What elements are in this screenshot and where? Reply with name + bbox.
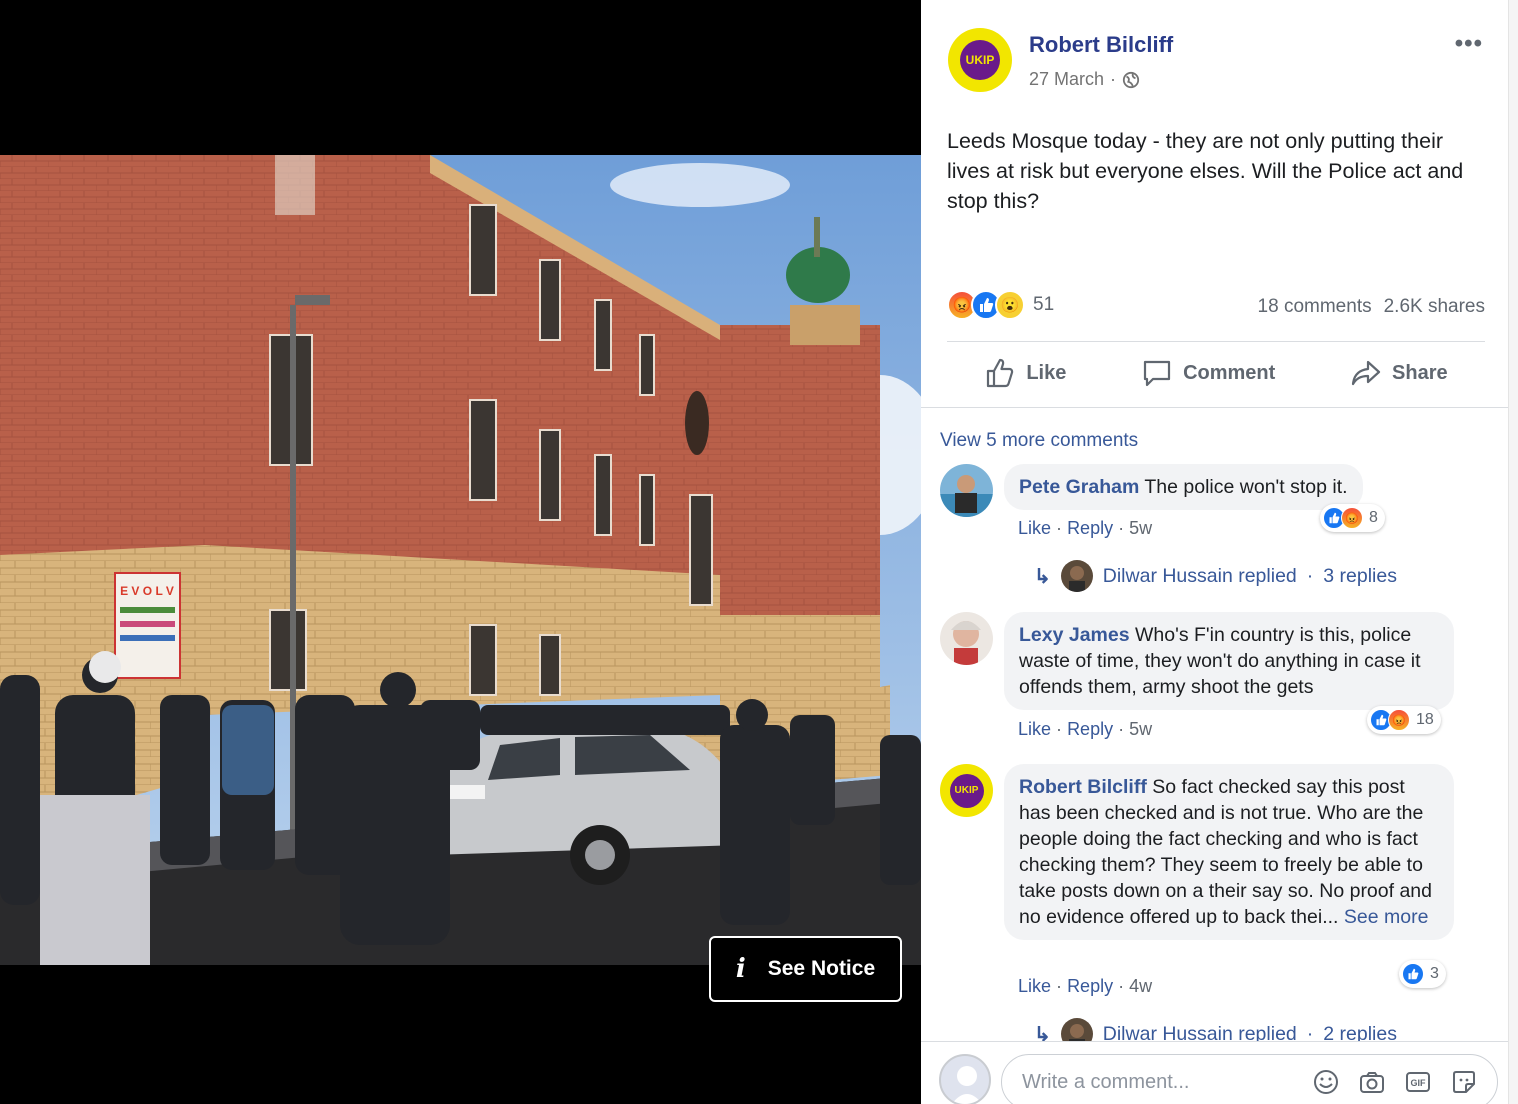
post-date-row: 27 March ·: [1029, 69, 1140, 90]
reply-arrow-icon: ↳: [1034, 565, 1051, 588]
comment-like-link[interactable]: Like: [1018, 719, 1051, 739]
comment-meta: Like · Reply · 4w: [1018, 976, 1152, 997]
comment-bubble: Pete Graham The police won't stop it.: [1004, 464, 1363, 510]
reactions-summary[interactable]: 😡 😮 51: [947, 290, 1054, 320]
globe-icon: [1122, 71, 1140, 88]
commenter-avatar[interactable]: [940, 464, 993, 517]
emoji-icon[interactable]: [1312, 1068, 1340, 1096]
author-avatar[interactable]: UKIP: [948, 28, 1012, 92]
share-button[interactable]: Share: [1350, 357, 1448, 389]
comment-text: The police won't stop it.: [1144, 476, 1348, 498]
meta-sep: ·: [1118, 719, 1125, 739]
view-replies-link[interactable]: ↳ Dilwar Hussain replied · 3 replies: [1034, 560, 1397, 592]
comment-author[interactable]: Robert Bilcliff: [1019, 776, 1147, 798]
more-options-icon[interactable]: •••: [1455, 30, 1483, 58]
meta-sep: ·: [1118, 976, 1125, 996]
wow-reaction-icon: 😮: [995, 290, 1025, 320]
comment-meta: Like · Reply · 5w: [1018, 719, 1152, 740]
share-label: Share: [1392, 361, 1448, 384]
divider: [947, 341, 1485, 342]
view-more-comments-link[interactable]: View 5 more comments: [940, 430, 1138, 452]
scrollbar[interactable]: [1508, 0, 1518, 1104]
like-button[interactable]: Like: [984, 357, 1066, 389]
share-icon: [1351, 360, 1381, 386]
comment-reply-link[interactable]: Reply: [1067, 976, 1113, 996]
see-notice-label: See Notice: [767, 957, 876, 980]
post-date[interactable]: 27 March: [1029, 69, 1104, 90]
replies-count: 3 replies: [1323, 564, 1397, 587]
comment-time[interactable]: 5w: [1129, 518, 1152, 538]
comments-count[interactable]: 18 comments: [1258, 296, 1372, 318]
camera-icon[interactable]: [1358, 1068, 1386, 1096]
comment-author[interactable]: Pete Graham: [1019, 476, 1139, 498]
comment-bubble: Robert Bilcliff So fact checked say this…: [1004, 764, 1454, 940]
divider: [921, 407, 1508, 408]
see-more-link[interactable]: See more: [1344, 906, 1429, 928]
comment-composer: Write a comment... GIF: [921, 1041, 1508, 1104]
comment-author[interactable]: Lexy James: [1019, 624, 1130, 646]
mosque-photo[interactable]: E V O L V: [0, 155, 921, 965]
replier-avatar: [1060, 560, 1093, 592]
comment-like-link[interactable]: Like: [1018, 518, 1051, 538]
comment-reply-link[interactable]: Reply: [1067, 518, 1113, 538]
composer-tools: GIF: [1312, 1068, 1478, 1096]
info-icon: i: [735, 954, 746, 984]
meta-sep: ·: [1118, 518, 1125, 538]
post-panel: UKIP Robert Bilcliff 27 March · ••• Leed…: [921, 0, 1518, 1104]
comment-reaction-count: 3: [1430, 965, 1439, 982]
meta-sep: ·: [1056, 976, 1063, 996]
comment-reactions[interactable]: 😡 18: [1367, 706, 1441, 734]
comment-reactions[interactable]: 3: [1399, 960, 1446, 988]
gif-icon[interactable]: GIF: [1404, 1068, 1432, 1096]
meta-sep: ·: [1306, 564, 1314, 587]
comment-label: Comment: [1183, 361, 1276, 384]
post-text: Leeds Mosque today - they are not only p…: [947, 129, 1464, 213]
comment-reaction-count: 8: [1369, 509, 1378, 526]
post-stats: 18 comments 2.6K shares: [1258, 296, 1485, 318]
date-separator: ·: [1110, 69, 1117, 89]
comment-time[interactable]: 5w: [1129, 719, 1152, 739]
user-avatar: [939, 1054, 991, 1104]
shares-count[interactable]: 2.6K shares: [1384, 296, 1485, 318]
ukip-logo: UKIP: [949, 773, 984, 808]
post-actions: Like Comment Share: [947, 350, 1485, 396]
sticker-icon[interactable]: [1450, 1068, 1478, 1096]
see-notice-button[interactable]: i See Notice: [709, 936, 902, 1002]
angry-reaction-icon: 😡: [1341, 507, 1363, 529]
meta-sep: ·: [1056, 719, 1063, 739]
commenter-avatar[interactable]: UKIP: [940, 764, 993, 817]
meta-sep: ·: [1056, 518, 1063, 538]
comment-button[interactable]: Comment: [1141, 357, 1275, 389]
replier-name: Dilwar Hussain replied: [1102, 564, 1297, 587]
photo-viewer: E V O L V i See Notice: [0, 0, 921, 1104]
like-label: Like: [1026, 361, 1067, 384]
angry-reaction-icon: 😡: [1388, 709, 1410, 731]
commenter-avatar[interactable]: [940, 612, 993, 665]
comment-reaction-count: 18: [1416, 711, 1434, 728]
svg-text:GIF: GIF: [1411, 1078, 1427, 1088]
like-icon: [987, 358, 1014, 388]
ukip-logo: UKIP: [960, 40, 1000, 80]
reaction-count: 51: [1033, 294, 1055, 315]
comment-reply-link[interactable]: Reply: [1067, 719, 1113, 739]
comment-reactions[interactable]: 😡 8: [1320, 504, 1385, 532]
comment-icon: [1143, 360, 1171, 387]
comment-like-link[interactable]: Like: [1018, 976, 1051, 996]
like-reaction-icon: [1402, 963, 1424, 985]
comment-time[interactable]: 4w: [1129, 976, 1152, 996]
post-author[interactable]: Robert Bilcliff: [1029, 32, 1173, 58]
comment-meta: Like · Reply · 5w: [1018, 518, 1152, 539]
photo-illustration: E V O L V: [0, 155, 921, 965]
svg-text:E V O L V: E V O L V: [120, 584, 174, 598]
comment-bubble: Lexy James Who's F'in country is this, p…: [1004, 612, 1454, 710]
